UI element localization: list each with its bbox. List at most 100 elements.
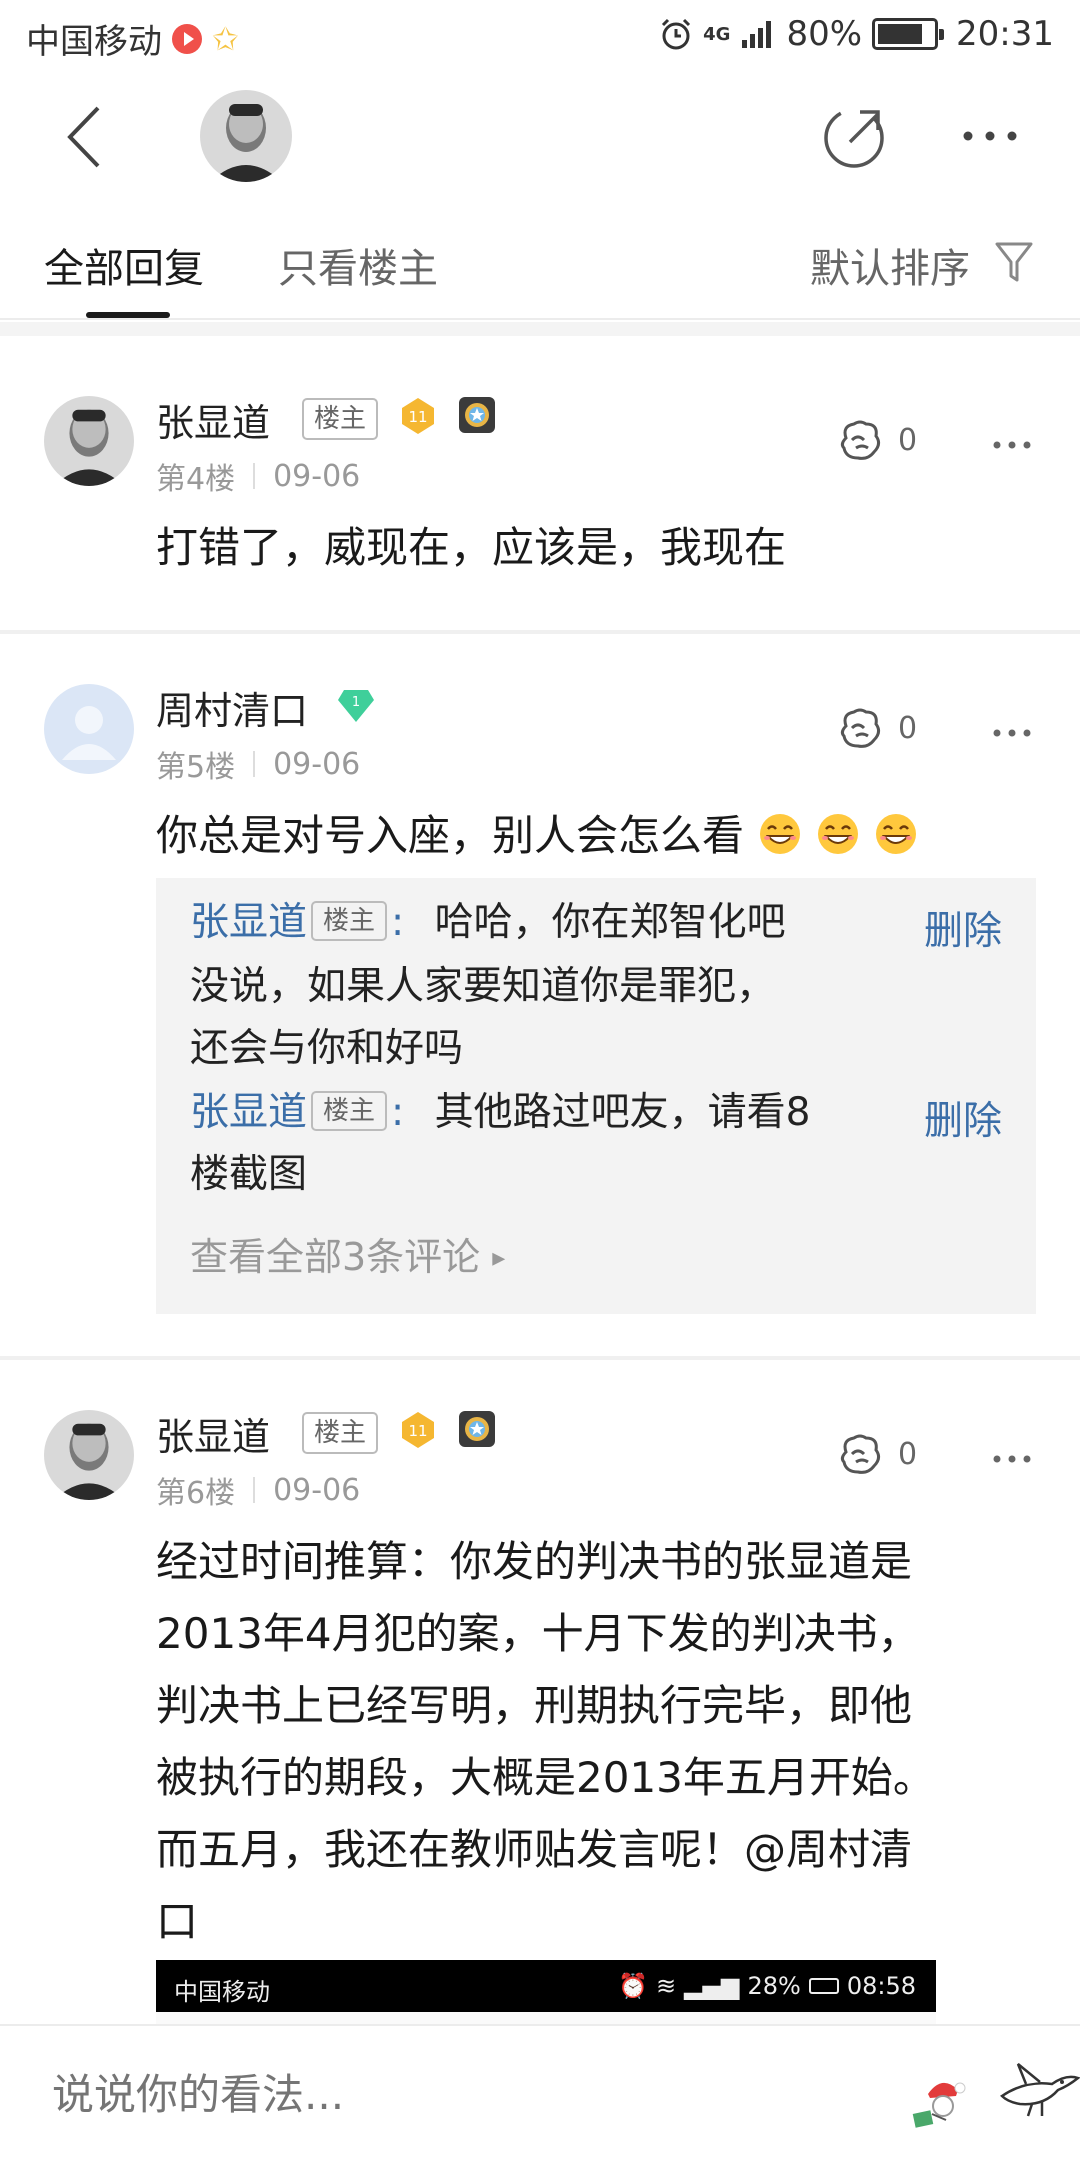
view-all-comments-link[interactable]: 查看全部3条评论 ▸ (190, 1226, 505, 1281)
honor-medal-icon (459, 397, 495, 433)
post-date: 09-06 (273, 458, 361, 494)
username[interactable]: 周村清口 (156, 680, 308, 735)
status-bar: 中国移动 ✩ 4G 80% 20:31 (0, 0, 1080, 72)
like-count: 0 (898, 422, 918, 458)
level-badge-icon: 11 (402, 1412, 434, 1448)
active-tab-indicator (86, 312, 170, 318)
grin-emoji-icon (876, 814, 917, 854)
op-badge: 楼主 (311, 901, 388, 941)
filter-icon[interactable] (994, 240, 1034, 284)
like-button[interactable]: 0 (838, 706, 917, 750)
more-icon[interactable] (992, 440, 1032, 450)
thread-author-avatar[interactable] (200, 90, 292, 182)
view-all-label: 查看全部3条评论 (190, 1235, 481, 1279)
like-icon (840, 1434, 881, 1474)
post-meta: 第5楼 09-06 (156, 742, 360, 786)
avatar[interactable] (44, 1410, 134, 1500)
floor-number: 第4楼 (156, 462, 236, 497)
like-icon (840, 420, 881, 460)
reply-text: 哈哈，你在郑智化吧 (434, 900, 786, 945)
post-meta: 第6楼 09-06 (156, 1468, 360, 1512)
floor-number: 第6楼 (156, 1476, 236, 1511)
sub-reply[interactable]: 张显道 楼主: 其他路过吧友，请看8 (190, 1082, 810, 1144)
username[interactable]: 张显道 (156, 392, 270, 447)
meta-divider (253, 463, 256, 489)
alarm-icon (662, 18, 691, 50)
op-badge: 楼主 (302, 398, 379, 440)
more-icon[interactable] (992, 728, 1032, 738)
reply-colon: : (391, 900, 405, 945)
divider (0, 630, 1080, 634)
reply-text: 没说，如果人家要知道你是罪犯， (190, 964, 776, 1009)
like-count: 0 (898, 1436, 918, 1472)
alarm-icon: ⏰ (618, 1972, 648, 2000)
content-line: 被执行的期段，大概是2013年五月开始。 (156, 1753, 935, 1802)
like-count: 0 (898, 710, 918, 746)
wifi-icon: ≋ (656, 1972, 677, 2000)
meta-divider (253, 1477, 256, 1503)
op-badge: 楼主 (302, 1412, 379, 1454)
floor-number: 第5楼 (156, 750, 236, 785)
grin-emoji-icon (760, 814, 801, 854)
more-icon[interactable] (960, 126, 1020, 146)
embed-carrier: 中国移动 (174, 1978, 270, 2006)
post-content: 打错了，威现在，应该是，我现在 (156, 523, 787, 572)
reply-username[interactable]: 张显道 (190, 1090, 307, 1135)
content-line: 判决书上已经写明，刑期执行完毕，即他 (156, 1681, 913, 1730)
tab-op-only[interactable]: 只看楼主 (278, 236, 438, 294)
bird-sticker-icon[interactable] (996, 2050, 1080, 2126)
username[interactable]: 张显道 (156, 1406, 270, 1461)
post-meta: 第4楼 09-06 (156, 454, 360, 498)
battery-icon (808, 1978, 839, 1994)
svg-text:1: 1 (352, 695, 360, 710)
content-line: 2013年4月犯的案，十月下发的判决书， (156, 1609, 920, 1658)
more-icon[interactable] (992, 1454, 1032, 1464)
like-icon (840, 708, 881, 748)
sub-replies: 张显道 楼主: 哈哈，你在郑智化吧 删除 没说，如果人家要知道你是罪犯， 还会与你… (156, 878, 1036, 1314)
content-line: 经过时间推算：你发的判决书的张显道是 (156, 1537, 913, 1586)
post-content: 你总是对号入座，别人会怎么看 (156, 800, 1036, 872)
svg-text:11: 11 (408, 408, 427, 426)
sort-button[interactable]: 默认排序 (810, 236, 970, 294)
delete-button[interactable]: 删除 (924, 900, 1002, 956)
post-text: 你总是对号入座，别人会怎么看 (156, 811, 745, 860)
reply-colon: : (391, 1090, 405, 1135)
divider (0, 322, 1080, 336)
reply-text: 其他路过吧友，请看8 (434, 1090, 811, 1135)
svg-text:11: 11 (408, 1422, 427, 1440)
embedded-screenshot[interactable]: 中国移动 ⏰ ≋ ▂▄▆ 28% 08:58 (156, 1960, 936, 2012)
post-date: 09-06 (273, 1472, 361, 1508)
star-icon: ✩ (212, 19, 239, 58)
divider (0, 1356, 1080, 1360)
chevron-left-icon[interactable] (56, 102, 116, 172)
content-line: 口 (156, 1897, 199, 1946)
sub-reply[interactable]: 张显道 楼主: 哈哈，你在郑智化吧 (190, 892, 786, 954)
level-badge-icon: 11 (402, 398, 434, 434)
network-label: 4G (703, 23, 731, 45)
record-icon (172, 23, 202, 54)
post-date: 09-06 (273, 746, 361, 782)
share-icon[interactable] (820, 102, 890, 172)
post-content: 经过时间推算：你发的判决书的张显道是 2013年4月犯的案，十月下发的判决书， … (156, 1526, 1036, 1958)
embed-battery: 28% (747, 1972, 801, 2000)
clock: 20:31 (956, 14, 1054, 54)
like-button[interactable]: 0 (838, 418, 917, 462)
santa-sticker-icon[interactable] (912, 2070, 974, 2132)
comment-input[interactable] (52, 2070, 752, 2119)
like-button[interactable]: 0 (838, 1432, 917, 1476)
reply-username[interactable]: 张显道 (190, 900, 307, 945)
embedded-screenshot-body (156, 2012, 936, 2024)
grin-emoji-icon (818, 814, 859, 854)
avatar[interactable] (44, 396, 134, 486)
level-badge-icon: 1 (338, 690, 374, 722)
battery-icon (872, 18, 945, 50)
content-line: 而五月，我还在教师贴发言呢！@周村清 (156, 1825, 913, 1874)
tab-all-replies[interactable]: 全部回复 (44, 236, 204, 294)
nav-bar (0, 72, 1080, 202)
delete-button[interactable]: 删除 (924, 1090, 1002, 1146)
embed-status: ⏰ ≋ ▂▄▆ 28% 08:58 (618, 1972, 916, 2000)
signal-icon: ▂▄▆ (684, 1972, 740, 2000)
op-badge: 楼主 (311, 1091, 388, 1131)
comment-bar (0, 2024, 1080, 2160)
avatar[interactable] (44, 684, 134, 774)
